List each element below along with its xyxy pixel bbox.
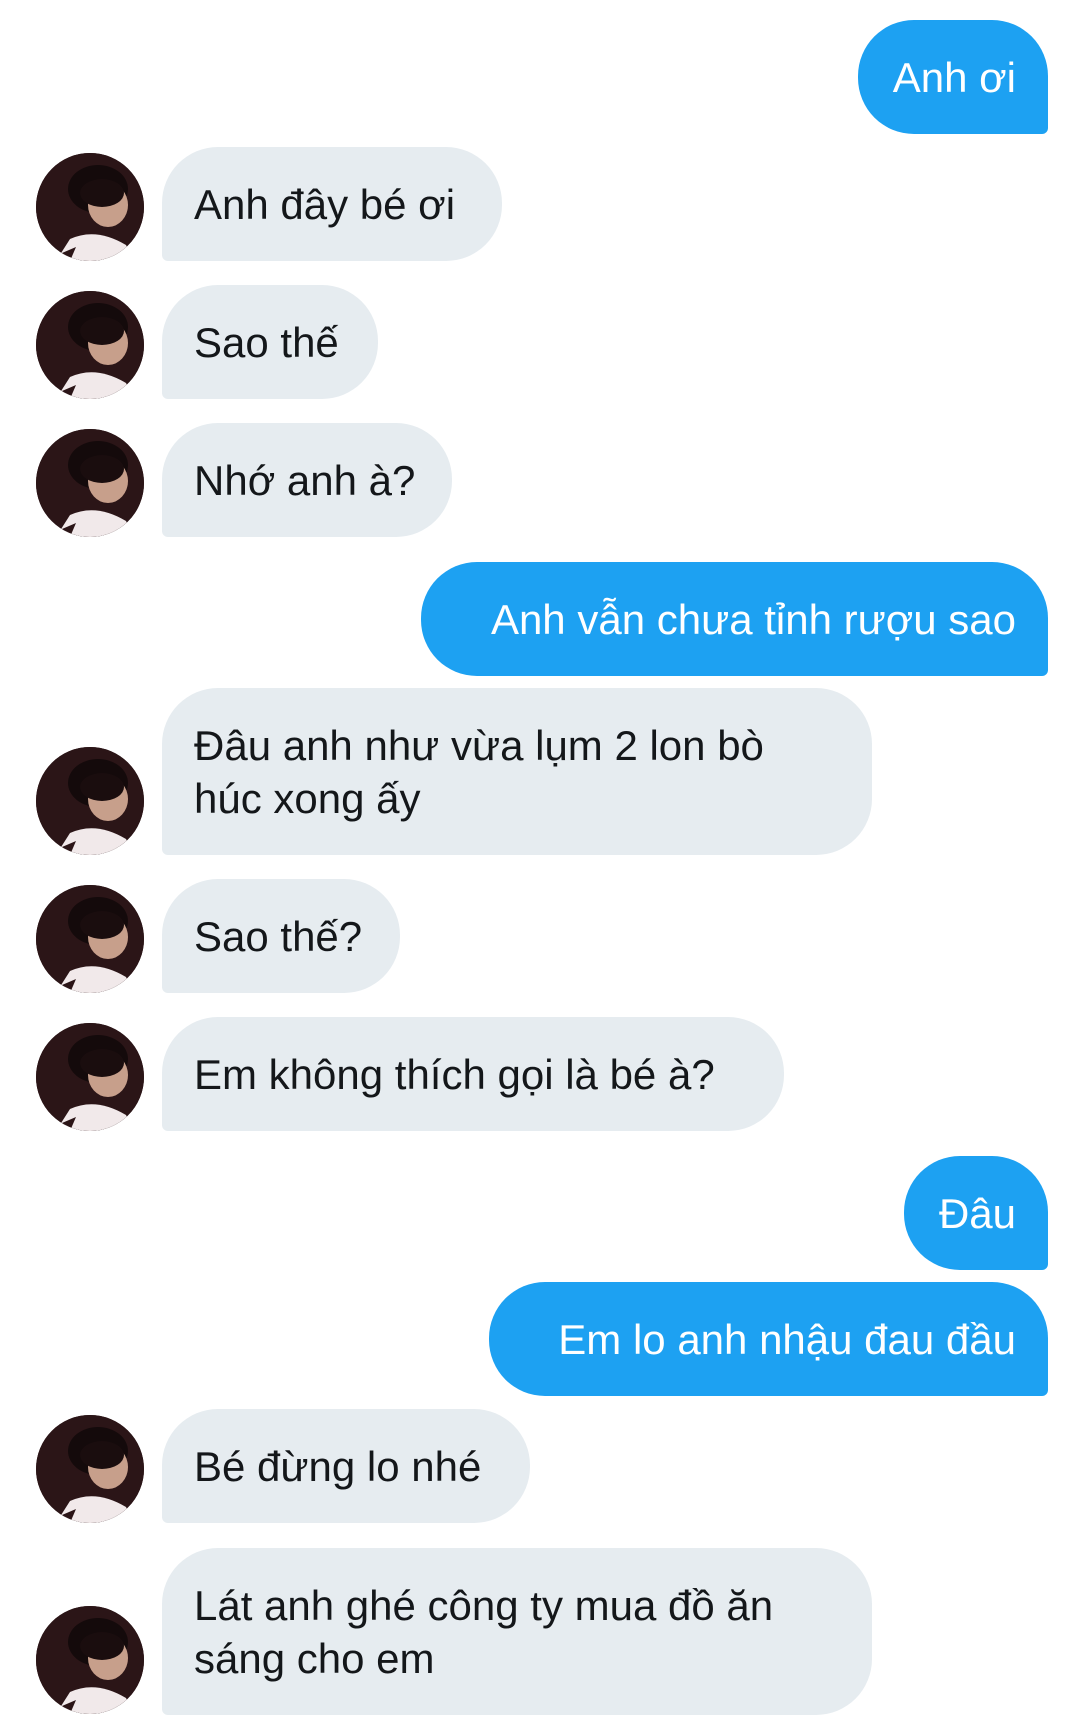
avatar-photo-icon [36,885,144,993]
avatar-photo-icon [36,429,144,537]
outgoing-message[interactable]: Em lo anh nhậu đau đầu [489,1282,1048,1396]
contact-avatar[interactable] [36,1415,144,1523]
message-thread: Anh ơi Anh đây bé ơi Sao thế Nhớ anh à? … [0,0,1065,1718]
avatar-photo-icon [36,747,144,855]
incoming-message[interactable]: Bé đừng lo nhé [162,1409,530,1523]
outgoing-message[interactable]: Anh ơi [858,20,1048,134]
avatar-photo-icon [36,291,144,399]
avatar-photo-icon [36,1415,144,1523]
outgoing-message[interactable]: Anh vẫn chưa tỉnh rượu sao [421,562,1048,676]
contact-avatar[interactable] [36,885,144,993]
contact-avatar[interactable] [36,153,144,261]
contact-avatar[interactable] [36,747,144,855]
avatar-photo-icon [36,153,144,261]
avatar-photo-icon [36,1606,144,1714]
incoming-message[interactable]: Sao thế [162,285,378,399]
contact-avatar[interactable] [36,291,144,399]
outgoing-message[interactable]: Đâu [904,1156,1048,1270]
incoming-message[interactable]: Sao thế? [162,879,400,993]
incoming-message[interactable]: Nhớ anh à? [162,423,452,537]
incoming-message[interactable]: Lát anh ghé công ty mua đồ ăn sáng cho e… [162,1548,872,1715]
contact-avatar[interactable] [36,429,144,537]
avatar-photo-icon [36,1023,144,1131]
incoming-message[interactable]: Em không thích gọi là bé à? [162,1017,784,1131]
incoming-message[interactable]: Anh đây bé ơi [162,147,502,261]
incoming-message[interactable]: Đâu anh như vừa lụm 2 lon bò húc xong ấy [162,688,872,855]
contact-avatar[interactable] [36,1606,144,1714]
contact-avatar[interactable] [36,1023,144,1131]
